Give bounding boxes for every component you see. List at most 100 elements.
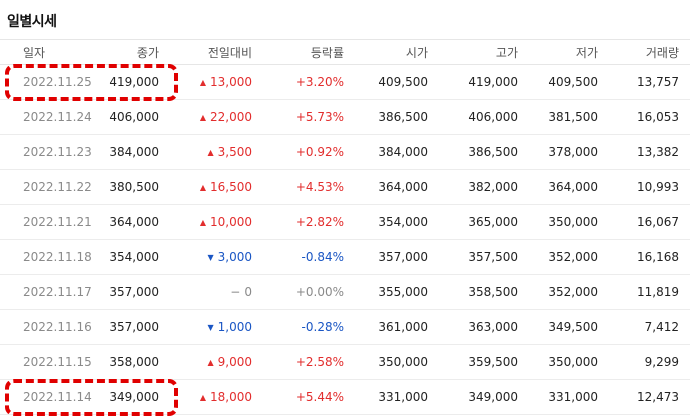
cell-close: 349,000: [108, 379, 170, 415]
cell-rate: +5.73%: [263, 99, 355, 135]
cell-change: ▲ 10,000: [170, 204, 263, 240]
cell-date: 2022.11.25: [0, 64, 108, 100]
cell-rate: +3.20%: [263, 64, 355, 100]
up-triangle-icon: ▲: [199, 218, 206, 227]
up-triangle-icon: ▲: [199, 78, 206, 87]
table-row: 2022.11.15 358,000 ▲ 9,000 +2.58% 350,000 359,…: [0, 344, 690, 380]
cell-close: 380,500: [108, 169, 170, 205]
up-triangle-icon: ▲: [207, 148, 214, 157]
table-row: 2022.11.22 380,500 ▲ 16,500 +4.53% 364,000 382…: [0, 169, 690, 205]
cell-open: 357,000: [355, 239, 439, 275]
cell-high: 382,000: [439, 169, 529, 205]
change-value: 16,500: [210, 180, 252, 194]
change-value: 3,500: [217, 145, 252, 159]
header-high: 고가: [439, 39, 529, 65]
cell-low: 378,000: [529, 134, 609, 170]
cell-open: 354,000: [355, 204, 439, 240]
cell-date: 2022.11.21: [0, 204, 108, 240]
cell-open: 364,000: [355, 169, 439, 205]
cell-open: 355,000: [355, 274, 439, 310]
cell-rate: +0.92%: [263, 134, 355, 170]
cell-change: ▲ 3,500: [170, 134, 263, 170]
table-row: 2022.11.25 419,000 ▲ 13,000 +3.20% 409,500 419…: [0, 64, 690, 100]
cell-volume: 13,382: [609, 134, 690, 170]
change-value: 1,000: [217, 320, 252, 334]
cell-date: 2022.11.14: [0, 379, 108, 415]
cell-volume: 16,168: [609, 239, 690, 275]
cell-volume: 7,412: [609, 309, 690, 345]
cell-change: ▲ 9,000: [170, 344, 263, 380]
header-volume: 거래량: [609, 39, 690, 65]
cell-open: 361,000: [355, 309, 439, 345]
cell-low: 331,000: [529, 379, 609, 415]
cell-close: 357,000: [108, 274, 170, 310]
cell-rate: -0.84%: [263, 239, 355, 275]
cell-change: ▲ 13,000: [170, 64, 263, 100]
cell-low: 352,000: [529, 239, 609, 275]
cell-rate: +5.44%: [263, 379, 355, 415]
table-row: 2022.11.14 349,000 ▲ 18,000 +5.44% 331,000 349…: [0, 379, 690, 415]
cell-date: 2022.11.23: [0, 134, 108, 170]
cell-date: 2022.11.17: [0, 274, 108, 310]
cell-open: 350,000: [355, 344, 439, 380]
cell-volume: 12,473: [609, 379, 690, 415]
header-rate: 등락률: [263, 39, 355, 65]
change-value: 0: [244, 285, 252, 299]
table-row: 2022.11.18 354,000 ▼ 3,000 -0.84% 357,000 357,…: [0, 239, 690, 275]
cell-open: 409,500: [355, 64, 439, 100]
cell-high: 406,000: [439, 99, 529, 135]
cell-close: 419,000: [108, 64, 170, 100]
cell-open: 331,000: [355, 379, 439, 415]
cell-change: ▲ 16,500: [170, 169, 263, 205]
header-open: 시가: [355, 39, 439, 65]
change-value: 18,000: [210, 390, 252, 404]
cell-open: 384,000: [355, 134, 439, 170]
cell-low: 350,000: [529, 204, 609, 240]
cell-low: 381,500: [529, 99, 609, 135]
cell-change: −0: [170, 274, 263, 310]
table-row: 2022.11.16 357,000 ▼ 1,000 -0.28% 361,000 363,…: [0, 309, 690, 345]
cell-low: 352,000: [529, 274, 609, 310]
cell-close: 358,000: [108, 344, 170, 380]
cell-change: ▼ 3,000: [170, 239, 263, 275]
down-triangle-icon: ▼: [207, 323, 214, 332]
cell-change: ▲ 22,000: [170, 99, 263, 135]
cell-low: 364,000: [529, 169, 609, 205]
header-low: 저가: [529, 39, 609, 65]
cell-volume: 13,757: [609, 64, 690, 100]
cell-high: 365,000: [439, 204, 529, 240]
cell-rate: +2.82%: [263, 204, 355, 240]
cell-close: 406,000: [108, 99, 170, 135]
cell-low: 349,500: [529, 309, 609, 345]
table-header-row: 일자 종가 전일대비 등락률 시가 고가 저가 거래량: [0, 39, 690, 65]
cell-date: 2022.11.18: [0, 239, 108, 275]
cell-rate: +0.00%: [263, 274, 355, 310]
cell-volume: 11,819: [609, 274, 690, 310]
flat-dash-icon: −: [230, 285, 241, 299]
change-value: 22,000: [210, 110, 252, 124]
cell-rate: +4.53%: [263, 169, 355, 205]
header-close: 종가: [108, 39, 170, 65]
up-triangle-icon: ▲: [199, 393, 206, 402]
cell-volume: 10,993: [609, 169, 690, 205]
header-change: 전일대비: [170, 39, 263, 65]
cell-change: ▼ 1,000: [170, 309, 263, 345]
up-triangle-icon: ▲: [199, 183, 206, 192]
up-triangle-icon: ▲: [207, 358, 214, 367]
change-value: 3,000: [217, 250, 252, 264]
page-title: 일별시세: [7, 14, 57, 30]
cell-high: 349,000: [439, 379, 529, 415]
cell-rate: -0.28%: [263, 309, 355, 345]
cell-close: 357,000: [108, 309, 170, 345]
cell-low: 409,500: [529, 64, 609, 100]
cell-high: 359,500: [439, 344, 529, 380]
table-row: 2022.11.21 364,000 ▲ 10,000 +2.82% 354,000 365…: [0, 204, 690, 240]
cell-high: 386,500: [439, 134, 529, 170]
change-value: 9,000: [217, 355, 252, 369]
cell-close: 384,000: [108, 134, 170, 170]
cell-open: 386,500: [355, 99, 439, 135]
cell-close: 354,000: [108, 239, 170, 275]
cell-volume: 16,067: [609, 204, 690, 240]
cell-date: 2022.11.15: [0, 344, 108, 380]
cell-high: 363,000: [439, 309, 529, 345]
